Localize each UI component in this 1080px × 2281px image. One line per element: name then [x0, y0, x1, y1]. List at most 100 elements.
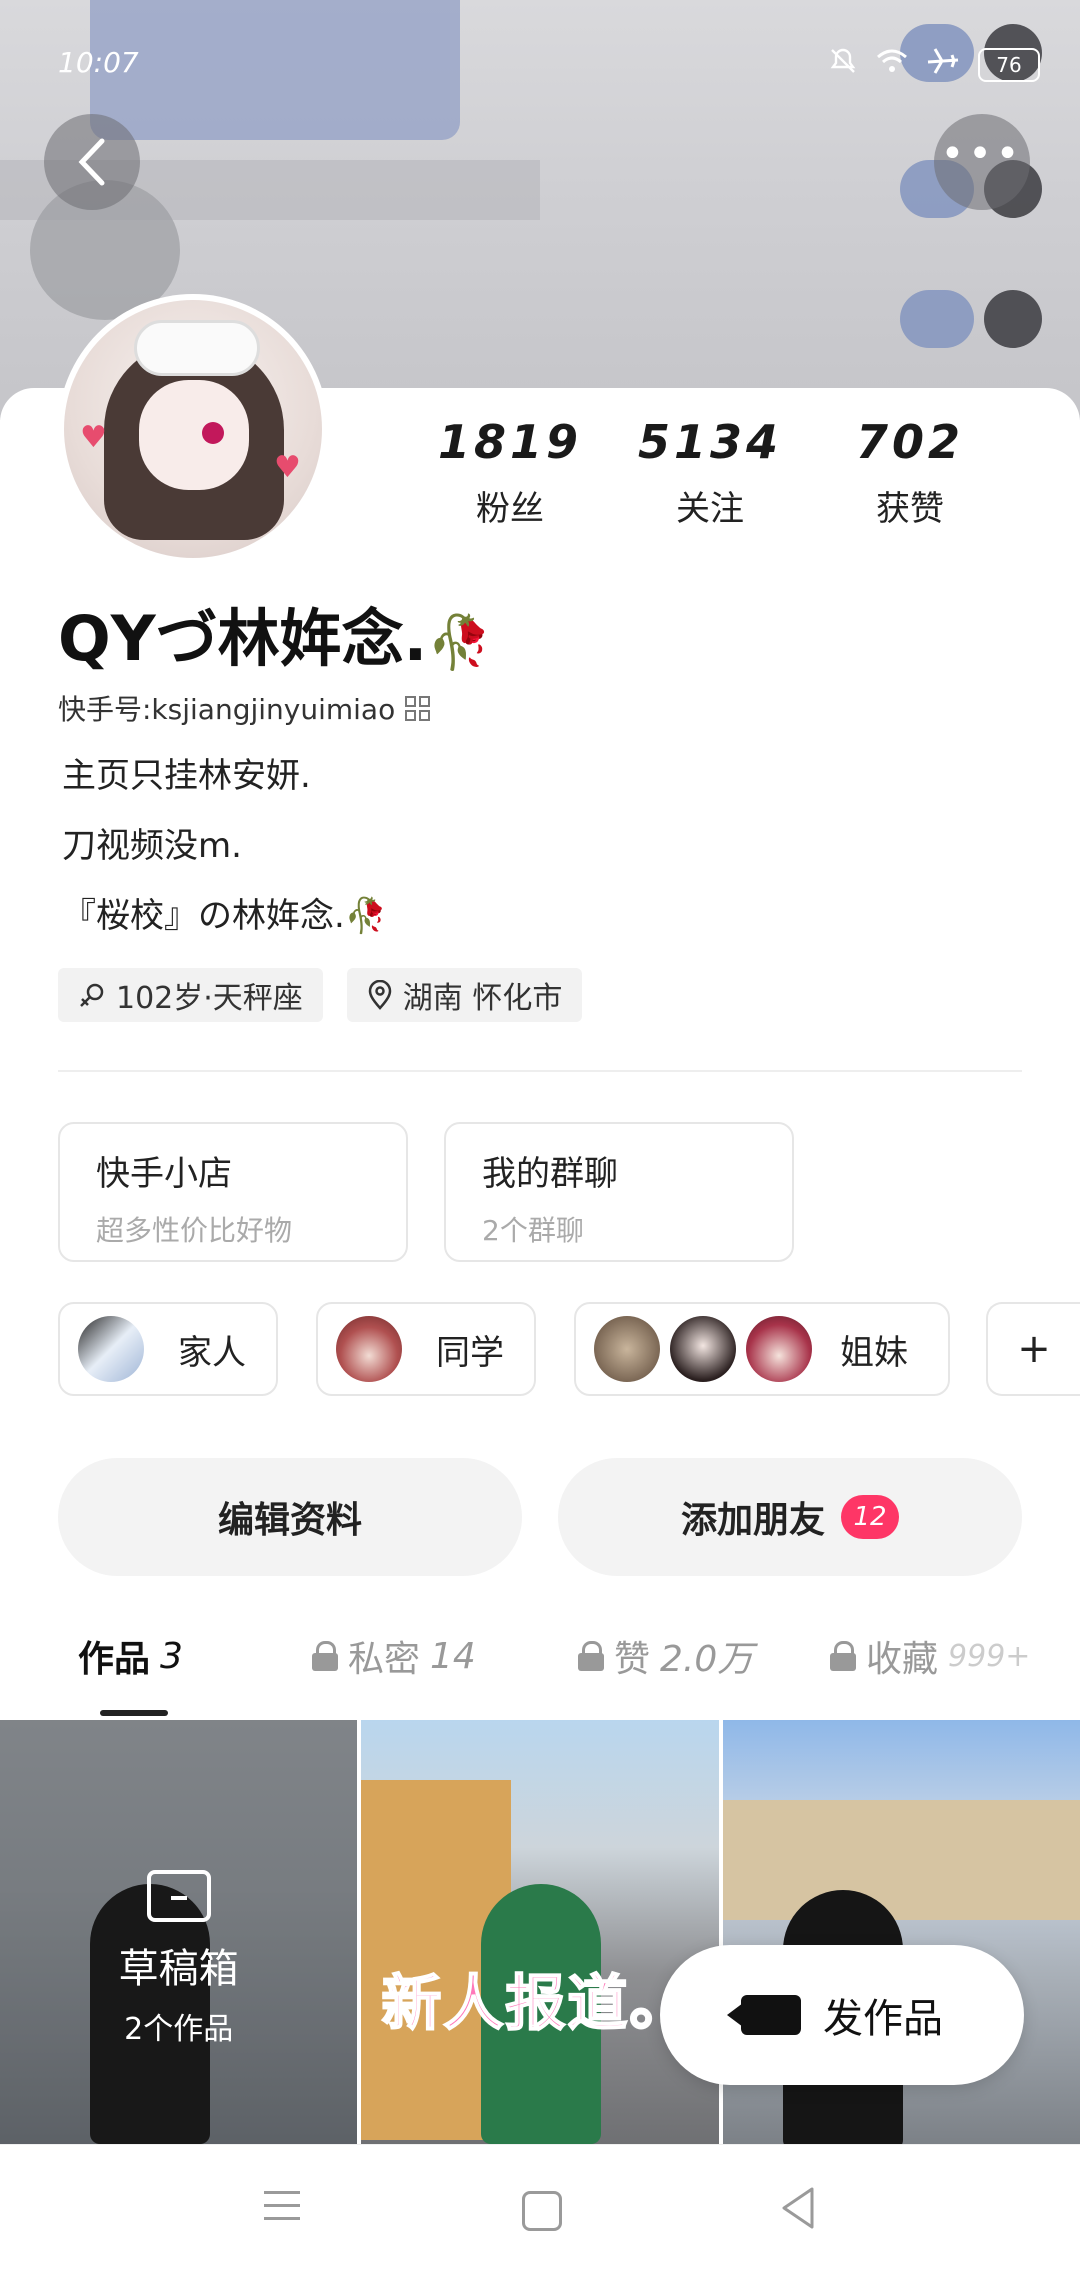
video-tile[interactable]: 新人报道。	[361, 1720, 719, 2144]
tab-label: 私密	[348, 1639, 421, 1680]
status-icons: 76	[828, 46, 1040, 83]
menu-icon[interactable]	[264, 2191, 300, 2230]
stat-value: 5134	[637, 415, 783, 469]
heart-icon: ♥	[274, 450, 301, 485]
lock-icon	[578, 1641, 604, 1671]
add-group-button[interactable]: +	[986, 1302, 1080, 1396]
add-friend-button[interactable]: 添加朋友 12	[558, 1458, 1022, 1576]
group-label: 家人	[178, 1332, 246, 1373]
stat-value: 702	[855, 415, 965, 469]
stat-label: 关注	[676, 489, 744, 529]
group-chip-family[interactable]: 家人	[58, 1302, 278, 1396]
tab-label: 赞	[614, 1639, 651, 1680]
group-avatar	[78, 1316, 144, 1382]
group-chip-classmates[interactable]: 同学	[316, 1302, 536, 1396]
tag-text: 湖南 怀化市	[402, 981, 563, 1016]
card-subtitle: 超多性价比好物	[96, 1214, 293, 1247]
draft-box: 草稿箱 2个作品	[0, 1870, 357, 2048]
qrcode-icon[interactable]	[405, 695, 431, 721]
group-avatar	[746, 1316, 812, 1382]
stat-label: 粉丝	[476, 489, 544, 529]
card-title: 快手小店	[96, 1154, 232, 1194]
tag-text: 102岁·天秤座	[116, 981, 303, 1016]
stat-value: 1819	[437, 415, 583, 469]
stat-likes[interactable]: 702 获赞	[810, 415, 1010, 530]
stat-following[interactable]: 5134 关注	[610, 415, 810, 530]
home-icon[interactable]	[522, 2191, 562, 2231]
content-tabs: 作品 3 私密 14 赞 2.0万 收藏 999+	[0, 1620, 1080, 1710]
rose-icon: 🥀	[427, 613, 492, 673]
video-building	[722, 1800, 1080, 1920]
edit-profile-button[interactable]: 编辑资料	[58, 1458, 522, 1576]
folder-icon	[146, 1870, 211, 1922]
draft-box-tile[interactable]: 草稿箱 2个作品	[0, 1720, 358, 2144]
lock-icon	[312, 1641, 338, 1671]
cover-decoration	[900, 290, 974, 348]
tag-age: 102岁·天秤座	[58, 968, 323, 1022]
camera-icon	[727, 1995, 801, 2035]
more-dots-icon: •••	[940, 131, 1024, 177]
video-caption: 新人报道。	[380, 1968, 692, 2040]
profile-name: QYづ林姩念.🥀	[58, 588, 492, 678]
system-nav-bar	[0, 2144, 1080, 2281]
bio-line: 主页只挂林安妍.	[62, 756, 311, 796]
lock-icon	[830, 1641, 856, 1671]
tab-count: 999+	[948, 1638, 1031, 1674]
tab-count: 3	[160, 1635, 183, 1677]
card-subtitle: 2个群聊	[482, 1214, 584, 1247]
tab-works[interactable]: 作品 3	[78, 1630, 183, 1682]
shop-card[interactable]: 快手小店 超多性价比好物	[58, 1122, 408, 1262]
tab-label: 收藏	[866, 1639, 939, 1680]
status-bar: 10:07 76	[0, 40, 1080, 90]
profile-tags: 102岁·天秤座 湖南 怀化市	[58, 968, 583, 1022]
group-chip-sisters[interactable]: 姐妹	[574, 1302, 950, 1396]
avatar[interactable]: ♥ ♥	[58, 294, 328, 564]
plus-icon: +	[1017, 1326, 1051, 1372]
bio-line: 『桜校』の林姩念.🥀	[62, 888, 387, 937]
kuaishou-id-text: 快手号:ksjiangjinyuimiao	[58, 693, 396, 726]
stat-fans[interactable]: 1819 粉丝	[410, 415, 610, 530]
draft-count: 2个作品	[124, 2012, 234, 2047]
back-icon[interactable]	[778, 2185, 818, 2235]
group-label: 同学	[436, 1332, 504, 1373]
edit-profile-label: 编辑资料	[217, 1500, 362, 1541]
tab-count: 2.0万	[660, 1639, 754, 1680]
publish-label: 发作品	[823, 1996, 943, 2042]
mute-icon	[828, 46, 858, 83]
stats-row: 1819 粉丝 5134 关注 702 获赞	[410, 415, 1010, 530]
tab-count: 14	[430, 1635, 476, 1677]
avatar-image: ♥ ♥	[64, 300, 322, 558]
tag-location: 湖南 怀化市	[346, 968, 583, 1022]
chevron-left-icon	[78, 138, 105, 186]
draft-title: 草稿箱	[118, 1946, 239, 1992]
tab-private[interactable]: 私密 14	[312, 1630, 476, 1682]
stat-label: 获赞	[876, 489, 944, 529]
rose-icon: 🥀	[344, 896, 388, 936]
profile-name-text: QYづ林姩念.	[58, 602, 428, 675]
group-chat-card[interactable]: 我的群聊 2个群聊	[444, 1122, 794, 1262]
tab-likes[interactable]: 赞 2.0万	[578, 1630, 753, 1682]
tab-active-indicator	[100, 1710, 168, 1716]
airplane-icon	[926, 46, 960, 83]
more-button[interactable]: •••	[934, 114, 1030, 210]
location-icon	[368, 980, 392, 1010]
tab-label: 作品	[78, 1639, 151, 1680]
wifi-icon	[876, 48, 908, 81]
heart-icon: ♥	[80, 420, 107, 455]
divider	[58, 1070, 1022, 1072]
group-avatar	[670, 1316, 736, 1382]
kuaishou-id[interactable]: 快手号:ksjiangjinyuimiao	[58, 688, 431, 728]
status-time: 10:07	[58, 46, 139, 79]
group-avatar	[594, 1316, 660, 1382]
card-title: 我的群聊	[482, 1154, 618, 1194]
add-friend-badge: 12	[841, 1495, 899, 1539]
publish-button[interactable]: 发作品	[660, 1945, 1024, 2085]
group-avatar	[336, 1316, 402, 1382]
battery-icon: 76	[978, 47, 1040, 82]
gender-icon	[80, 983, 104, 1007]
group-avatars	[594, 1316, 822, 1382]
group-label: 姐妹	[840, 1332, 908, 1373]
cover-decoration	[984, 290, 1042, 348]
tab-favorites[interactable]: 收藏 999+	[830, 1630, 1030, 1682]
back-button[interactable]	[44, 114, 140, 210]
